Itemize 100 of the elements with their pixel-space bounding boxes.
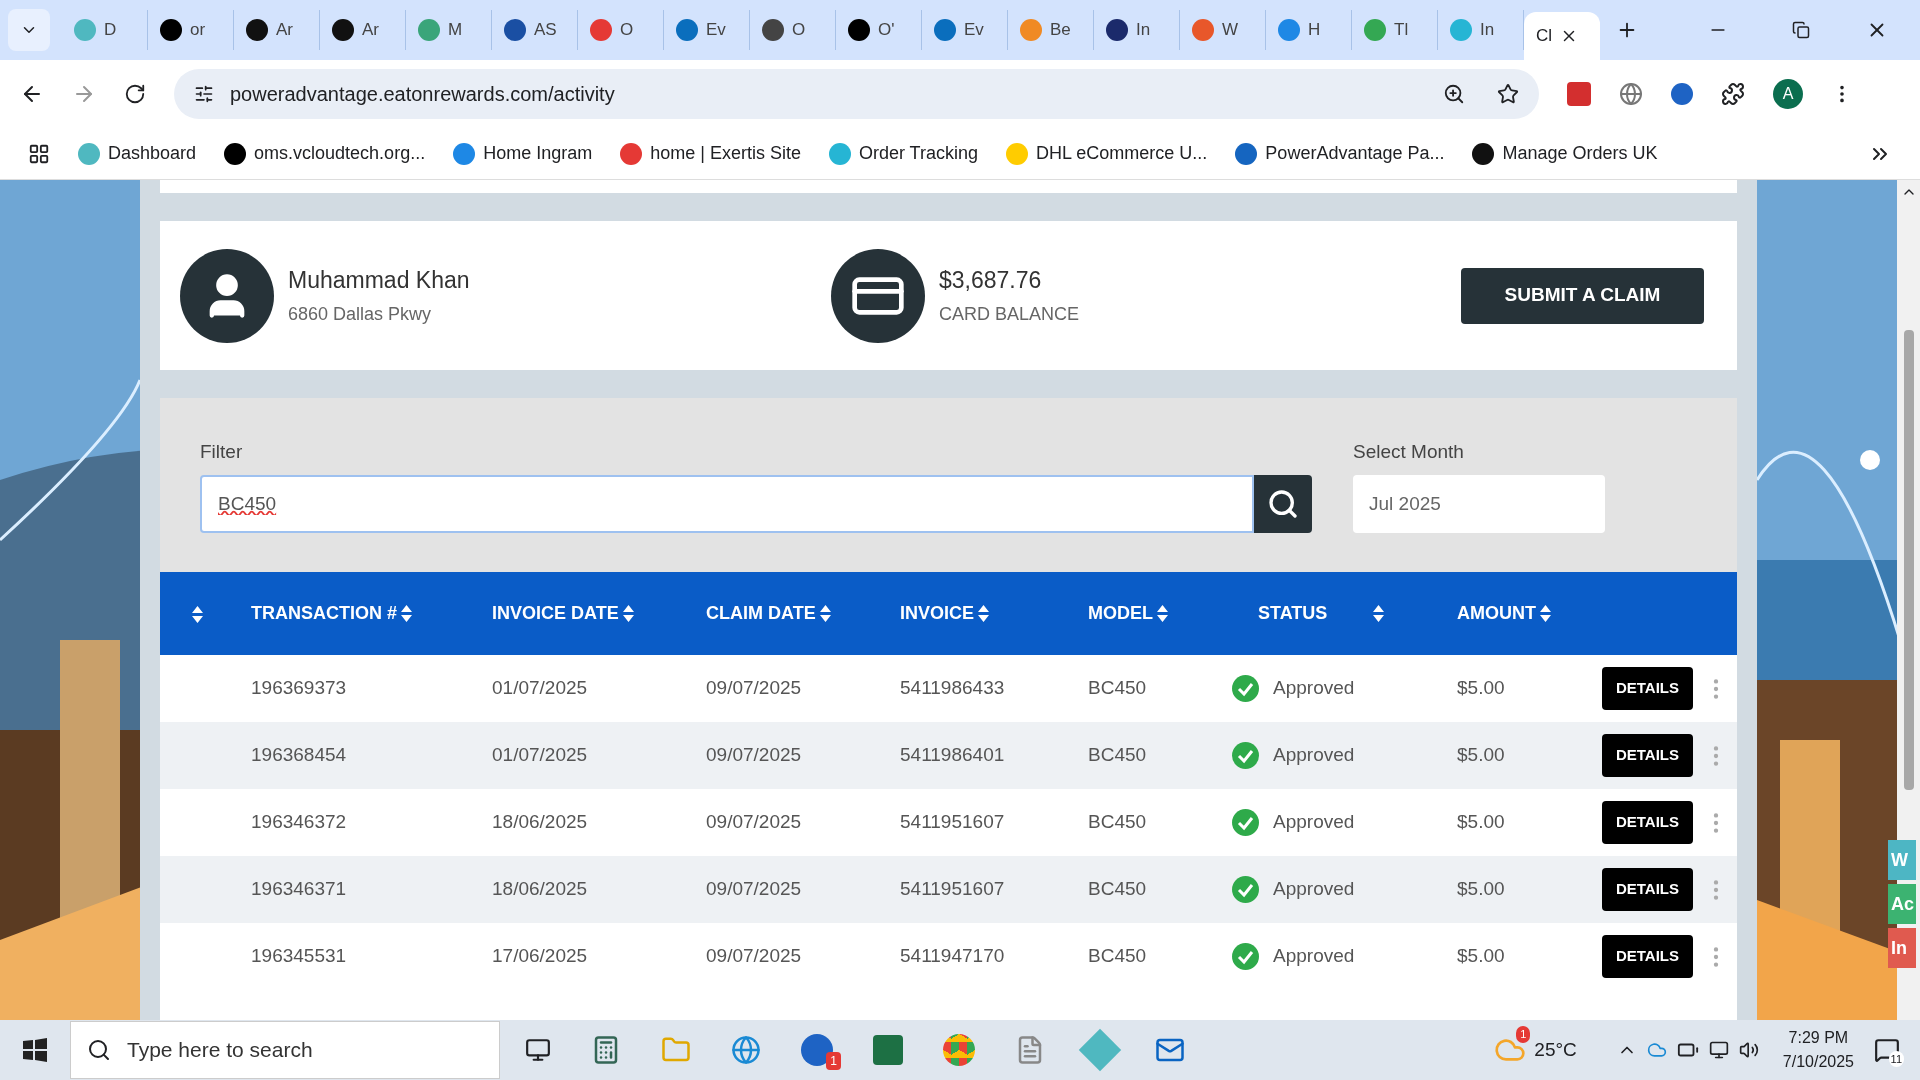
browser-tab[interactable]: D — [62, 10, 148, 50]
address-bar[interactable]: poweradvantage.eatonrewards.com/activity — [174, 69, 1539, 119]
tab-title: In — [1480, 19, 1495, 42]
tab-title: or — [190, 19, 206, 42]
sort-icon[interactable] — [401, 605, 412, 622]
browser-tab[interactable]: Ev — [922, 10, 1008, 50]
tab-title: H — [1308, 19, 1321, 42]
restore-icon[interactable] — [1792, 21, 1810, 39]
browser-tab[interactable]: H — [1266, 10, 1352, 50]
browser-tab[interactable]: Be — [1008, 10, 1094, 50]
browser-tab[interactable]: Cl — [1524, 12, 1600, 60]
bookmark-link[interactable]: home | Exertis Site — [620, 140, 801, 167]
table-cell-text: 18/06/2025 — [492, 877, 589, 902]
table-cell-text: $5.00 — [1457, 743, 1506, 768]
temperature-text: 25°C — [1534, 1037, 1577, 1062]
bookmark-link[interactable]: DHL eCommerce U... — [1006, 140, 1208, 167]
table-cell-text: 01/07/2025 — [492, 676, 589, 701]
tab-title: Cl — [1536, 25, 1553, 48]
network-icon[interactable] — [1708, 1040, 1729, 1060]
scrollbar-thumb[interactable] — [1903, 330, 1914, 790]
table-cell-text: 09/07/2025 — [706, 743, 803, 768]
details-button[interactable]: DETAILS — [1602, 868, 1693, 911]
zoom-icon[interactable] — [1443, 83, 1465, 105]
browser-tab[interactable]: O' — [836, 10, 922, 50]
extension-icon[interactable] — [1671, 83, 1693, 105]
profile-avatar[interactable]: A — [1773, 79, 1803, 109]
details-button[interactable]: DETAILS — [1602, 734, 1693, 777]
sort-icon[interactable] — [1157, 605, 1168, 622]
sort-icon[interactable] — [1540, 605, 1551, 622]
tab-title: Ev — [964, 19, 984, 42]
status-text: Approved — [1273, 743, 1355, 768]
submit-claim-button[interactable]: SUBMIT A CLAIM — [1461, 267, 1704, 324]
sort-icon[interactable] — [192, 605, 203, 623]
tab-title: D — [104, 19, 117, 42]
column-header[interactable]: MODEL — [1088, 600, 1153, 627]
bookmark-link[interactable]: Home Ingram — [453, 140, 593, 167]
table-cell-text: 09/07/2025 — [706, 944, 803, 969]
sort-icon[interactable] — [1373, 605, 1385, 622]
bookmark-link[interactable]: PowerAdvantage Pa... — [1235, 140, 1445, 167]
apps-icon[interactable] — [28, 142, 50, 165]
tab-title: O' — [878, 19, 895, 42]
details-button[interactable]: DETAILS — [1602, 935, 1693, 978]
bookmark-link[interactable]: Dashboard — [78, 140, 197, 167]
globe-icon[interactable] — [1619, 82, 1643, 106]
tab-title: Tl — [1394, 19, 1409, 42]
browser-tab[interactable]: or — [148, 10, 234, 50]
month-field[interactable]: Jul 2025 — [1353, 474, 1605, 533]
task-view-icon[interactable] — [525, 1037, 551, 1063]
sort-icon[interactable] — [978, 605, 989, 622]
browser-icon[interactable] — [731, 1035, 761, 1065]
reload-icon[interactable] — [124, 83, 146, 105]
table-cell-text: BC450 — [1088, 810, 1148, 835]
column-header[interactable]: CLAIM DATE — [706, 600, 816, 627]
bookmark-link[interactable]: oms.vcloudtech.org... — [224, 140, 426, 167]
side-widget-tab[interactable]: In — [1888, 928, 1916, 968]
browser-tab[interactable]: In — [1438, 10, 1524, 50]
sort-icon[interactable] — [622, 605, 634, 622]
taskbar-search-field[interactable]: Type here to search — [70, 1021, 500, 1079]
details-button[interactable]: DETAILS — [1602, 667, 1693, 710]
browser-tab[interactable]: W — [1180, 10, 1266, 50]
site-settings-icon[interactable] — [194, 84, 214, 104]
details-button[interactable]: DETAILS — [1602, 801, 1693, 844]
browser-tab[interactable]: M — [406, 10, 492, 50]
chrome-icon[interactable] — [943, 1034, 975, 1066]
browser-tab[interactable]: In — [1094, 10, 1180, 50]
app-icon[interactable] — [801, 1034, 833, 1066]
column-header[interactable]: AMOUNT — [1457, 600, 1536, 627]
table-cell-text: 5411951607 — [900, 810, 1006, 835]
filter-label: Filter — [200, 440, 244, 464]
table-cell-text: 5411947170 — [900, 944, 1006, 969]
volume-icon[interactable] — [1738, 1040, 1759, 1060]
filter-field[interactable]: BC450 — [200, 474, 1254, 533]
browser-tab[interactable]: Ar — [234, 10, 320, 50]
browser-tab[interactable]: Ev — [664, 10, 750, 50]
table-cell-text: $5.00 — [1457, 944, 1506, 969]
sort-icon[interactable] — [819, 605, 831, 622]
url-text: poweradvantage.eatonrewards.com/activity — [230, 82, 616, 107]
browser-tab[interactable]: O — [750, 10, 836, 50]
balance-label: CARD BALANCE — [939, 303, 1081, 327]
user-address: 6860 Dallas Pkwy — [288, 303, 433, 327]
check-icon — [1232, 675, 1259, 702]
bookmark-link[interactable]: Order Tracking — [828, 140, 978, 167]
table-cell-text: 5411986401 — [900, 743, 1006, 768]
bookmark-star-icon[interactable] — [1497, 83, 1519, 105]
search-icon — [87, 1038, 111, 1062]
column-header[interactable]: TRANSACTION # — [251, 600, 397, 627]
column-header[interactable]: INVOICE DATE — [492, 600, 619, 627]
browser-tab[interactable]: O — [578, 10, 664, 50]
search-button[interactable] — [1254, 474, 1312, 533]
bookmark-link[interactable]: Manage Orders UK — [1472, 140, 1658, 167]
cloud-icon[interactable] — [1646, 1040, 1667, 1060]
table-cell-text: 09/07/2025 — [706, 810, 803, 835]
column-header[interactable]: INVOICE — [900, 600, 974, 627]
tab-title: Ar — [362, 19, 379, 42]
clock-time: 7:29 PM — [1788, 1028, 1849, 1048]
extensions-icon[interactable] — [1721, 82, 1745, 106]
browser-tab[interactable]: Ar — [320, 10, 406, 50]
browser-tab[interactable]: AS — [492, 10, 578, 50]
browser-tab[interactable]: Tl — [1352, 10, 1438, 50]
column-header[interactable]: STATUS — [1258, 600, 1328, 627]
